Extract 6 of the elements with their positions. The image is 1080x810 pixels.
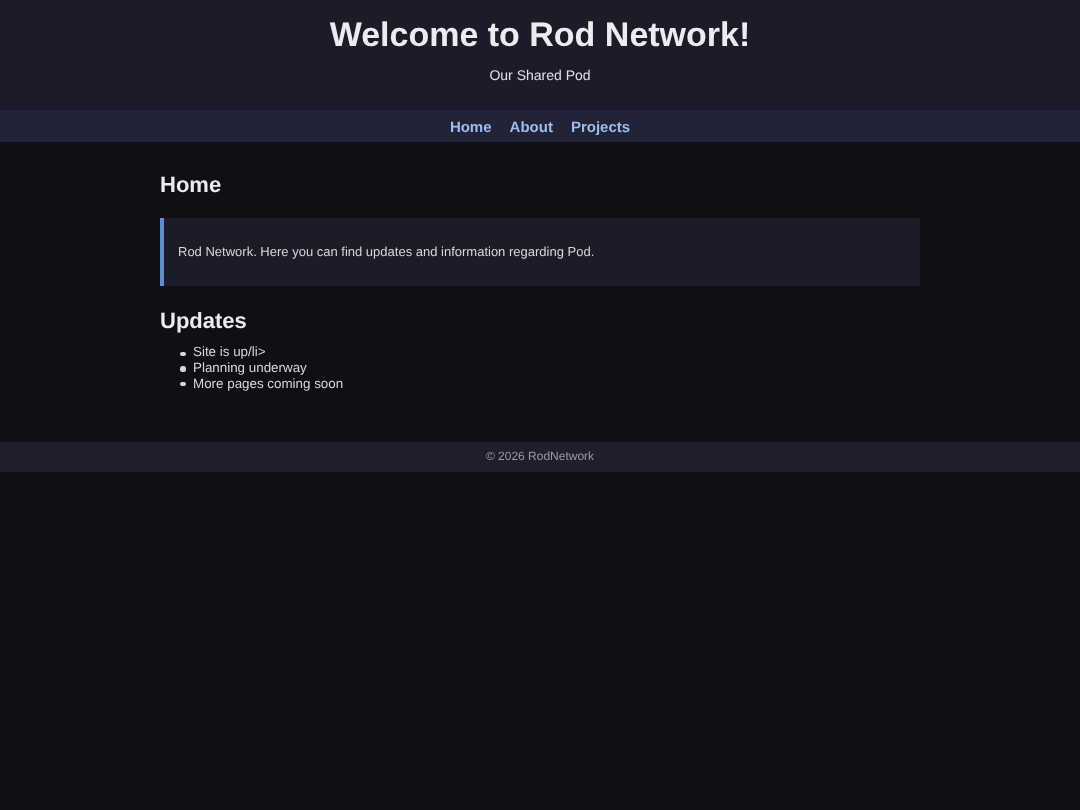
bullet-icon (180, 381, 185, 387)
section-heading: Updates (160, 310, 249, 336)
bullet-icon (180, 366, 185, 372)
section-heading: Home (160, 174, 224, 200)
bullet-icon (180, 351, 185, 357)
site-title: Welcome to Rod Network! (329, 16, 751, 56)
